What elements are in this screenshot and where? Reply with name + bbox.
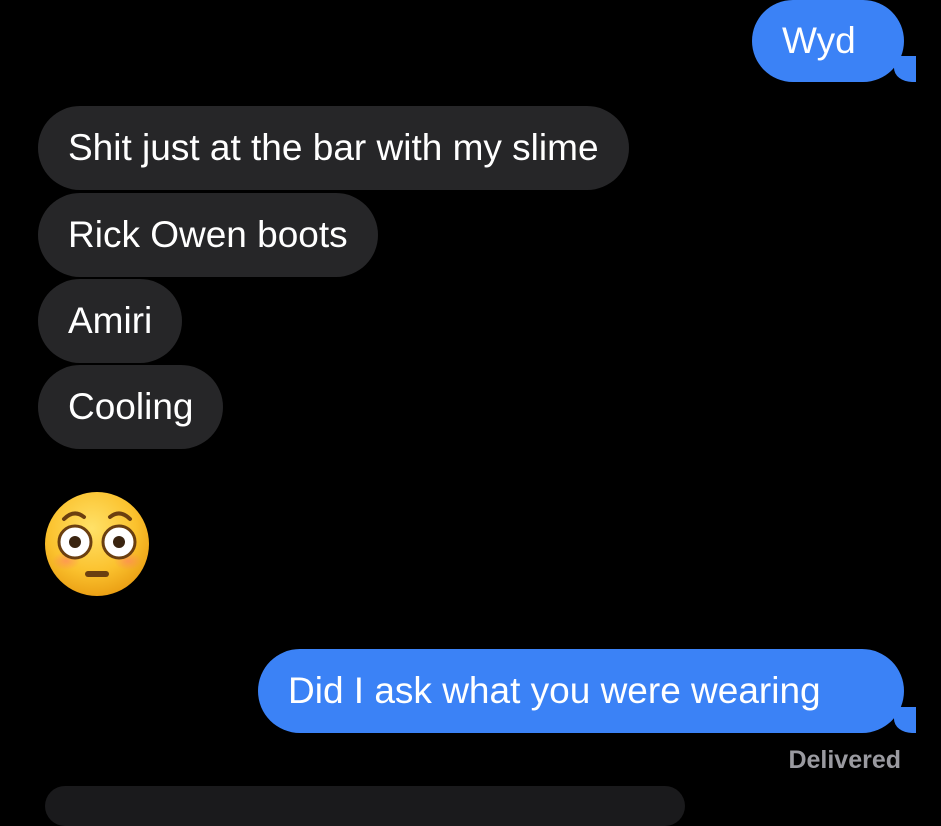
- delivery-status: Delivered: [788, 746, 901, 774]
- flushed-face-emoji[interactable]: [42, 489, 152, 599]
- bubble-tail: [894, 56, 916, 82]
- message-bubble-incoming-partial[interactable]: [45, 786, 685, 826]
- message-bubble-incoming[interactable]: Rick Owen boots: [38, 193, 378, 277]
- message-text: Rick Owen boots: [68, 214, 348, 255]
- message-text: Amiri: [68, 300, 153, 341]
- message-text: Cooling: [68, 386, 194, 427]
- flushed-face-icon: [45, 492, 149, 596]
- message-bubble-incoming[interactable]: Shit just at the bar with my slime: [38, 106, 629, 190]
- message-bubble-incoming[interactable]: Cooling: [38, 365, 224, 449]
- message-text: Shit just at the bar with my slime: [68, 127, 599, 168]
- bubble-tail: [894, 707, 916, 733]
- message-bubble-outgoing[interactable]: Wyd: [752, 0, 934, 82]
- message-text: Wyd: [782, 20, 856, 61]
- message-bubble-incoming[interactable]: Amiri: [38, 279, 183, 363]
- message-text: Did I ask what you were wearing: [288, 670, 821, 711]
- message-bubble-outgoing[interactable]: Did I ask what you were wearing: [258, 649, 934, 733]
